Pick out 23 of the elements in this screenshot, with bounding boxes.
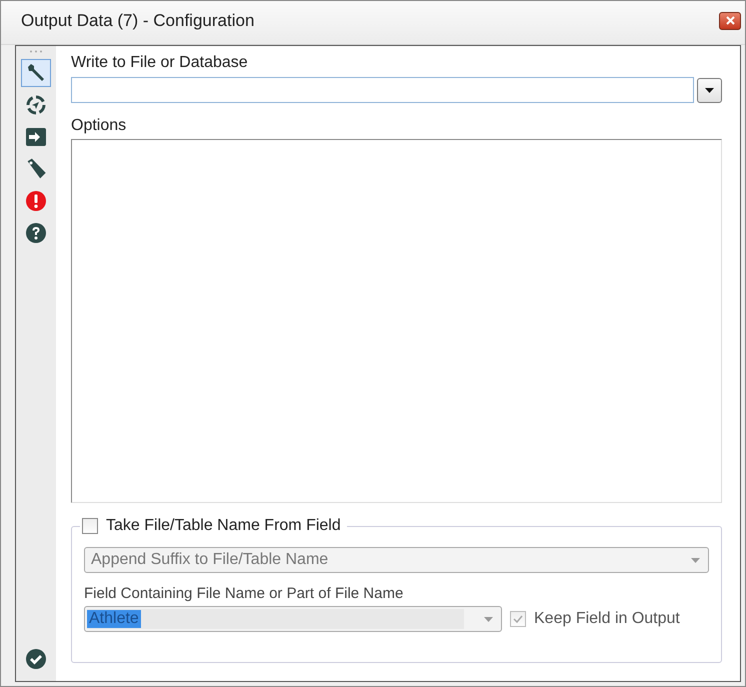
caret-icon	[484, 616, 493, 622]
sidebar-tab[interactable]	[21, 59, 51, 87]
section-label: Options	[71, 117, 128, 135]
caret-icon	[705, 88, 714, 92]
checkbox[interactable]	[82, 518, 98, 534]
field-label: Write to File or Database	[71, 54, 249, 72]
checkbox-label: Keep Field in Output	[534, 610, 680, 628]
caret-icon	[691, 558, 700, 562]
window-title: Output Data (7) - Configuration	[21, 10, 254, 30]
close-button[interactable]	[719, 12, 741, 30]
input-field[interactable]	[71, 77, 694, 103]
field-label: Field Containing File Name or Part of File Name	[84, 585, 404, 602]
exclamation-icon	[25, 190, 47, 212]
wrench-icon	[25, 62, 47, 84]
check-mark-icon	[512, 613, 524, 625]
grip-icon	[29, 50, 43, 53]
dropdown-button[interactable]	[697, 78, 722, 102]
compass-icon	[25, 94, 47, 116]
close-icon	[726, 16, 734, 25]
tag-icon	[25, 158, 47, 180]
help-icon	[25, 222, 47, 244]
checkbox-label: Take File/Table Name From Field	[106, 517, 341, 535]
check-icon	[25, 648, 47, 670]
